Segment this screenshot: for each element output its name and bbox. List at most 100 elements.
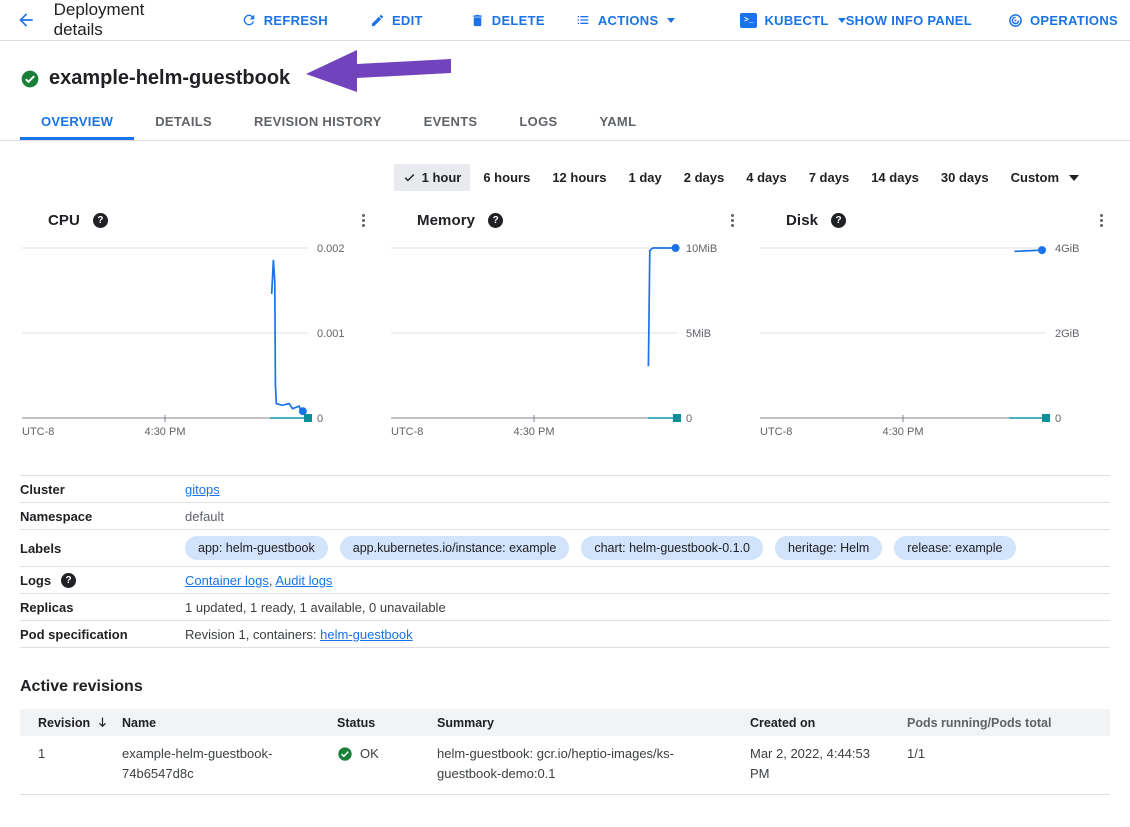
column-header-name: Name bbox=[122, 716, 337, 730]
list-icon bbox=[575, 12, 591, 28]
refresh-icon bbox=[241, 12, 257, 28]
audit-logs-link[interactable]: Audit logs bbox=[275, 573, 332, 588]
time-option-4-days[interactable]: 4 days bbox=[737, 164, 795, 191]
detail-row-pod-specification: Pod specification Revision 1, containers… bbox=[20, 620, 1110, 648]
sort-descending-icon bbox=[96, 716, 109, 729]
tab-overview[interactable]: OVERVIEW bbox=[20, 105, 134, 140]
svg-text:UTC-8: UTC-8 bbox=[760, 426, 792, 438]
tab-bar: OVERVIEW DETAILS REVISION HISTORY EVENTS… bbox=[0, 105, 1130, 141]
tab-yaml[interactable]: YAML bbox=[578, 105, 657, 140]
chevron-down-icon bbox=[1069, 175, 1079, 181]
help-icon[interactable]: ? bbox=[831, 213, 846, 228]
svg-text:2GiB: 2GiB bbox=[1055, 328, 1079, 340]
chart-title: CPU bbox=[48, 212, 80, 229]
label-chip: app.kubernetes.io/instance: example bbox=[340, 536, 570, 560]
actions-menu-button[interactable]: ACTIONS bbox=[575, 12, 676, 28]
detail-row-replicas: Replicas 1 updated, 1 ready, 1 available… bbox=[20, 593, 1110, 620]
time-option-7-days[interactable]: 7 days bbox=[800, 164, 858, 191]
toolbar: Deployment details REFRESH EDIT ACTIONS … bbox=[0, 0, 1130, 41]
label-chip: app: helm-guestbook bbox=[185, 536, 328, 560]
tab-revision-history[interactable]: REVISION HISTORY bbox=[233, 105, 403, 140]
created-on-cell: Mar 2, 2022, 4:44:53 PM bbox=[750, 744, 907, 784]
kubectl-menu-button[interactable]: >_ KUBECTL bbox=[740, 13, 845, 28]
label-chip: release: example bbox=[894, 536, 1015, 560]
back-arrow-icon[interactable] bbox=[16, 8, 37, 32]
svg-text:4:30 PM: 4:30 PM bbox=[514, 426, 555, 438]
resource-header: example-helm-guestbook bbox=[20, 67, 1130, 90]
time-option-1-day[interactable]: 1 day bbox=[620, 164, 671, 191]
table-row: 1 example-helm-guestbook-74b6547d8c OK h… bbox=[20, 736, 1110, 795]
replicas-value: 1 updated, 1 ready, 1 available, 0 unava… bbox=[185, 599, 446, 615]
chart-title: Disk bbox=[786, 212, 818, 229]
pod-spec-prefix: Revision 1, containers: bbox=[185, 627, 320, 642]
resource-title: example-helm-guestbook bbox=[49, 67, 290, 90]
annotation-arrow bbox=[303, 45, 453, 95]
svg-text:0.002: 0.002 bbox=[317, 243, 345, 255]
detail-row-namespace: Namespace default bbox=[20, 502, 1110, 529]
time-option-custom[interactable]: Custom bbox=[1002, 164, 1088, 191]
time-option-12-hours[interactable]: 12 hours bbox=[543, 164, 615, 191]
help-icon[interactable]: ? bbox=[93, 213, 108, 228]
status-ok-icon bbox=[337, 746, 353, 762]
chart-title: Memory bbox=[417, 212, 475, 229]
refresh-button[interactable]: REFRESH bbox=[241, 12, 328, 28]
time-option-2-days[interactable]: 2 days bbox=[675, 164, 733, 191]
status-cell: OK bbox=[337, 744, 437, 764]
kebab-menu-icon[interactable] bbox=[354, 211, 372, 229]
time-option-14-days[interactable]: 14 days bbox=[862, 164, 928, 191]
edit-button[interactable]: EDIT bbox=[370, 13, 423, 28]
column-header-pods: Pods running/Pods total bbox=[907, 716, 1110, 730]
svg-text:10MiB: 10MiB bbox=[686, 243, 717, 255]
cpu-chart: 0.0020.0010UTC-84:30 PM bbox=[20, 236, 372, 441]
tab-details[interactable]: DETAILS bbox=[134, 105, 233, 140]
container-link[interactable]: helm-guestbook bbox=[320, 627, 413, 642]
svg-text:4:30 PM: 4:30 PM bbox=[145, 426, 186, 438]
detail-row-labels: Labels app: helm-guestbook app.kubernete… bbox=[20, 529, 1110, 566]
status-ok-icon bbox=[20, 69, 40, 89]
time-option-1-hour[interactable]: 1 hour bbox=[394, 164, 471, 191]
label-chip: heritage: Helm bbox=[775, 536, 882, 560]
operations-button[interactable]: OPERATIONS bbox=[1008, 13, 1118, 28]
svg-text:0: 0 bbox=[686, 413, 692, 425]
svg-text:0: 0 bbox=[1055, 413, 1061, 425]
svg-text:5MiB: 5MiB bbox=[686, 328, 711, 340]
cpu-chart-panel: CPU ? 0.0020.0010UTC-84:30 PM bbox=[20, 204, 372, 441]
cluster-link[interactable]: gitops bbox=[185, 482, 220, 497]
disk-chart-panel: Disk ? 4GiB2GiB0UTC-84:30 PM bbox=[758, 204, 1110, 441]
svg-text:4GiB: 4GiB bbox=[1055, 243, 1079, 255]
tab-logs[interactable]: LOGS bbox=[498, 105, 578, 140]
time-option-6-hours[interactable]: 6 hours bbox=[474, 164, 539, 191]
disk-chart: 4GiB2GiB0UTC-84:30 PM bbox=[758, 236, 1110, 441]
column-header-revision[interactable]: Revision bbox=[20, 716, 122, 730]
chevron-down-icon bbox=[667, 18, 675, 23]
time-option-30-days[interactable]: 30 days bbox=[932, 164, 998, 191]
metrics-charts: CPU ? 0.002 0.001 0 UTC-8 4:30 PM Memory ? 1… bbox=[0, 204, 1130, 441]
summary-cell: helm-guestbook: gcr.io/heptio-images/ks-… bbox=[437, 744, 750, 784]
memory-chart: 10MiB 5MiB 0 UTC-8 4:30 PM bbox=[389, 236, 741, 441]
deployment-details-list: Cluster gitops Namespace default Labels … bbox=[20, 475, 1110, 648]
namespace-value: default bbox=[185, 508, 224, 524]
container-logs-link[interactable]: Container logs bbox=[185, 573, 269, 588]
label-chip: chart: helm-guestbook-0.1.0 bbox=[581, 536, 763, 560]
kebab-menu-icon[interactable] bbox=[1092, 211, 1110, 229]
svg-text:0.001: 0.001 bbox=[317, 328, 345, 340]
active-revisions-table: Revision Name Status Summary Created on … bbox=[20, 709, 1110, 795]
detail-row-cluster: Cluster gitops bbox=[20, 475, 1110, 502]
help-icon[interactable]: ? bbox=[488, 213, 503, 228]
memory-chart-panel: Memory ? 10MiB 5MiB 0 UTC-8 4:30 PM bbox=[389, 204, 741, 441]
svg-text:UTC-8: UTC-8 bbox=[22, 426, 54, 438]
column-header-status: Status bbox=[337, 716, 437, 730]
page-title: Deployment details bbox=[54, 0, 178, 40]
pencil-icon bbox=[370, 13, 385, 28]
check-icon bbox=[403, 171, 416, 184]
show-info-panel-button[interactable]: SHOW INFO PANEL bbox=[846, 13, 972, 28]
delete-button[interactable]: ACTIONS DELETE bbox=[470, 13, 545, 28]
active-revisions-heading: Active revisions bbox=[20, 678, 1110, 696]
label-chips: app: helm-guestbook app.kubernetes.io/in… bbox=[185, 535, 1016, 560]
time-range-selector: 1 hour 6 hours 12 hours 1 day 2 days 4 d… bbox=[0, 164, 1088, 191]
help-icon[interactable]: ? bbox=[61, 573, 76, 588]
tab-events[interactable]: EVENTS bbox=[403, 105, 499, 140]
column-header-summary: Summary bbox=[437, 716, 750, 730]
kebab-menu-icon[interactable] bbox=[723, 211, 741, 229]
svg-text:UTC-8: UTC-8 bbox=[391, 426, 423, 438]
